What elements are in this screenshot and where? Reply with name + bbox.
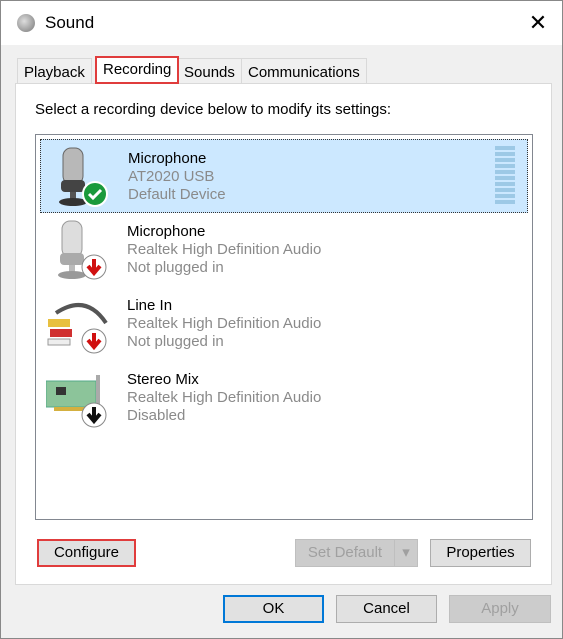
device-status: Not plugged in <box>127 259 224 276</box>
black-down-arrow-icon <box>81 402 107 428</box>
tab-recording[interactable]: Recording <box>95 56 180 84</box>
tab-sounds[interactable]: Sounds <box>177 58 242 84</box>
set-default-button[interactable]: Set Default <box>295 539 395 567</box>
properties-button[interactable]: Properties <box>430 539 531 567</box>
sound-card-icon <box>46 375 107 428</box>
red-down-arrow-icon <box>81 254 107 280</box>
cancel-button[interactable]: Cancel <box>336 595 437 623</box>
title-bar: Sound ✕ <box>1 1 562 45</box>
device-name: Line In <box>127 297 173 314</box>
microphone-icon <box>59 147 108 207</box>
configure-button[interactable]: Configure <box>37 539 136 567</box>
chevron-down-icon: ▾ <box>402 544 410 561</box>
device-item[interactable]: Microphone Realtek High Definition Audio… <box>40 213 528 287</box>
ok-button[interactable]: OK <box>223 595 324 623</box>
sound-dialog: Sound ✕ Playback Recording Sounds Commun… <box>0 0 563 639</box>
device-item[interactable]: Microphone AT2020 USB Default Device <box>40 139 528 213</box>
device-driver: Realtek High Definition Audio <box>127 315 322 332</box>
apply-button[interactable]: Apply <box>449 595 551 623</box>
device-name: Microphone <box>128 150 207 167</box>
window-title: Sound <box>45 13 95 32</box>
device-item[interactable]: Stereo Mix Realtek High Definition Audio… <box>40 361 528 435</box>
red-down-arrow-icon <box>81 328 107 354</box>
device-name: Microphone <box>127 223 206 240</box>
rca-cable-icon <box>47 303 108 354</box>
device-status: Default Device <box>128 186 226 203</box>
device-driver: AT2020 USB <box>128 168 215 185</box>
device-list[interactable]: Microphone AT2020 USB Default Device Mic… <box>35 134 533 520</box>
tab-communications[interactable]: Communications <box>241 58 367 84</box>
device-driver: Realtek High Definition Audio <box>127 241 322 258</box>
speaker-icon <box>17 14 35 32</box>
microphone-icon <box>58 220 107 280</box>
set-default-dropdown[interactable]: ▾ <box>394 539 418 567</box>
device-item[interactable]: Line In Realtek High Definition Audio No… <box>40 287 528 361</box>
device-name: Stereo Mix <box>127 371 199 388</box>
device-status: Disabled <box>127 407 186 424</box>
level-meter <box>495 146 515 204</box>
close-button[interactable]: ✕ <box>523 9 553 37</box>
device-status: Not plugged in <box>127 333 224 350</box>
device-driver: Realtek High Definition Audio <box>127 389 322 406</box>
instruction-text: Select a recording device below to modif… <box>35 101 392 118</box>
green-check-icon <box>82 181 108 207</box>
tab-playback[interactable]: Playback <box>17 58 92 84</box>
